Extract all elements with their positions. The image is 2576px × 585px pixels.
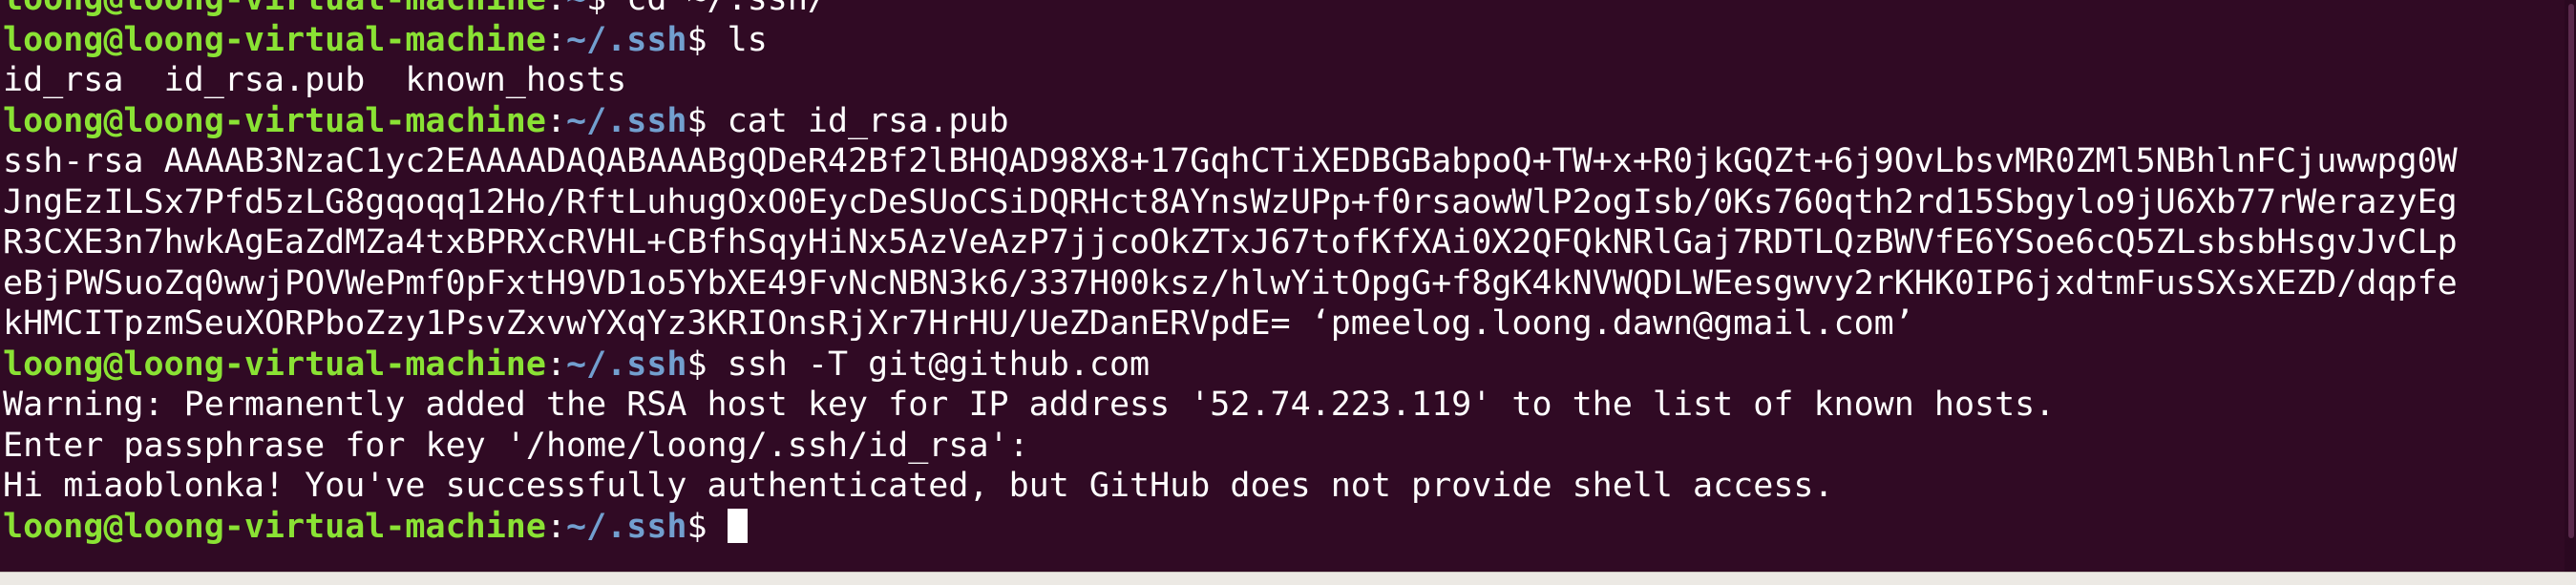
prompt-separator: : [545,101,567,140]
terminal-window[interactable]: loong@loong-virtual-machine:~$ cd ~/.ssh… [0,0,2576,585]
output-text: id_rsa id_rsa.pub known_hosts [3,61,627,99]
output-text: Enter passphrase for key '/home/loong/.s… [3,426,1029,465]
prompt-dollar: $ [686,345,707,384]
prompt-line: loong@loong-virtual-machine:~/.ssh$ cat … [3,101,2576,142]
prompt-path: ~/.ssh [566,507,687,546]
output-line: id_rsa id_rsa.pub known_hosts [3,60,2576,101]
prompt-line: loong@loong-virtual-machine:~/.ssh$ [3,507,2576,548]
prompt-line: loong@loong-virtual-machine:~$ cd ~/.ssh… [3,0,2576,20]
prompt-separator: : [545,20,567,59]
prompt-line: loong@loong-virtual-machine:~/.ssh$ ssh … [3,345,2576,386]
status-bar [0,572,2576,585]
prompt-dollar: $ [686,20,707,59]
prompt-user-host: loong@loong-virtual-machine [3,20,546,59]
output-text: kHMCITpzmSeuXORPboZzy1PsvZxvwYXqYz3KRIOn… [3,304,1914,343]
output-line: eBjPWSuoZq0wwjPOVWePmf0pFxtH9VD1o5YbXE49… [3,263,2576,304]
terminal-output[interactable]: loong@loong-virtual-machine:~$ cd ~/.ssh… [3,0,2576,547]
prompt-separator: : [545,345,567,384]
prompt-user-host: loong@loong-virtual-machine [3,101,546,140]
terminal-scrollbar[interactable] [2565,0,2576,585]
prompt-path: ~/.ssh [566,345,687,384]
prompt-user-host: loong@loong-virtual-machine [3,0,546,18]
output-line: ssh-rsa AAAAB3NzaC1yc2EAAAADAQABAAABgQDe… [3,141,2576,182]
prompt-separator: : [546,0,566,18]
prompt-path: ~/.ssh [566,101,687,140]
prompt-line: loong@loong-virtual-machine:~/.ssh$ ls [3,20,2576,61]
prompt-separator: : [545,507,567,546]
prompt-user-host: loong@loong-virtual-machine [3,345,546,384]
output-text: ssh-rsa AAAAB3NzaC1yc2EAAAADAQABAAABgQDe… [3,142,2458,180]
prompt-dollar: $ [686,507,707,546]
terminal-cursor [727,508,748,543]
prompt-dollar: $ [686,101,707,140]
output-line: Enter passphrase for key '/home/loong/.s… [3,426,2576,467]
command-text: ls [707,20,768,59]
prompt-dollar: $ [586,0,606,18]
prompt-user-host: loong@loong-virtual-machine [3,507,546,546]
output-text: R3CXE3n7hwkAgEaZdMZa4txBPRXcRVHL+CBfhSqy… [3,223,2458,261]
command-text: cd ~/.ssh/ [606,0,828,18]
prompt-path: ~/.ssh [566,20,687,59]
prompt-path: ~ [566,0,586,18]
scrollbar-thumb[interactable] [2568,4,2574,538]
output-line: JngEzILSx7Pfd5zLG8gqoqq12Ho/RftLuhugOxO0… [3,182,2576,223]
output-text: JngEzILSx7Pfd5zLG8gqoqq12Ho/RftLuhugOxO0… [3,182,2458,221]
output-line: Hi miaoblonka! You've successfully authe… [3,466,2576,507]
command-text: cat id_rsa.pub [707,101,1009,140]
output-text: Hi miaoblonka! You've successfully authe… [3,467,1834,505]
output-line: Warning: Permanently added the RSA host … [3,385,2576,426]
output-text: Warning: Permanently added the RSA host … [3,386,2056,424]
output-line: kHMCITpzmSeuXORPboZzy1PsvZxvwYXqYz3KRIOn… [3,303,2576,345]
output-line: R3CXE3n7hwkAgEaZdMZa4txBPRXcRVHL+CBfhSqy… [3,222,2576,263]
command-text: ssh -T git@github.com [707,345,1151,384]
output-text: eBjPWSuoZq0wwjPOVWePmf0pFxtH9VD1o5YbXE49… [3,263,2458,303]
